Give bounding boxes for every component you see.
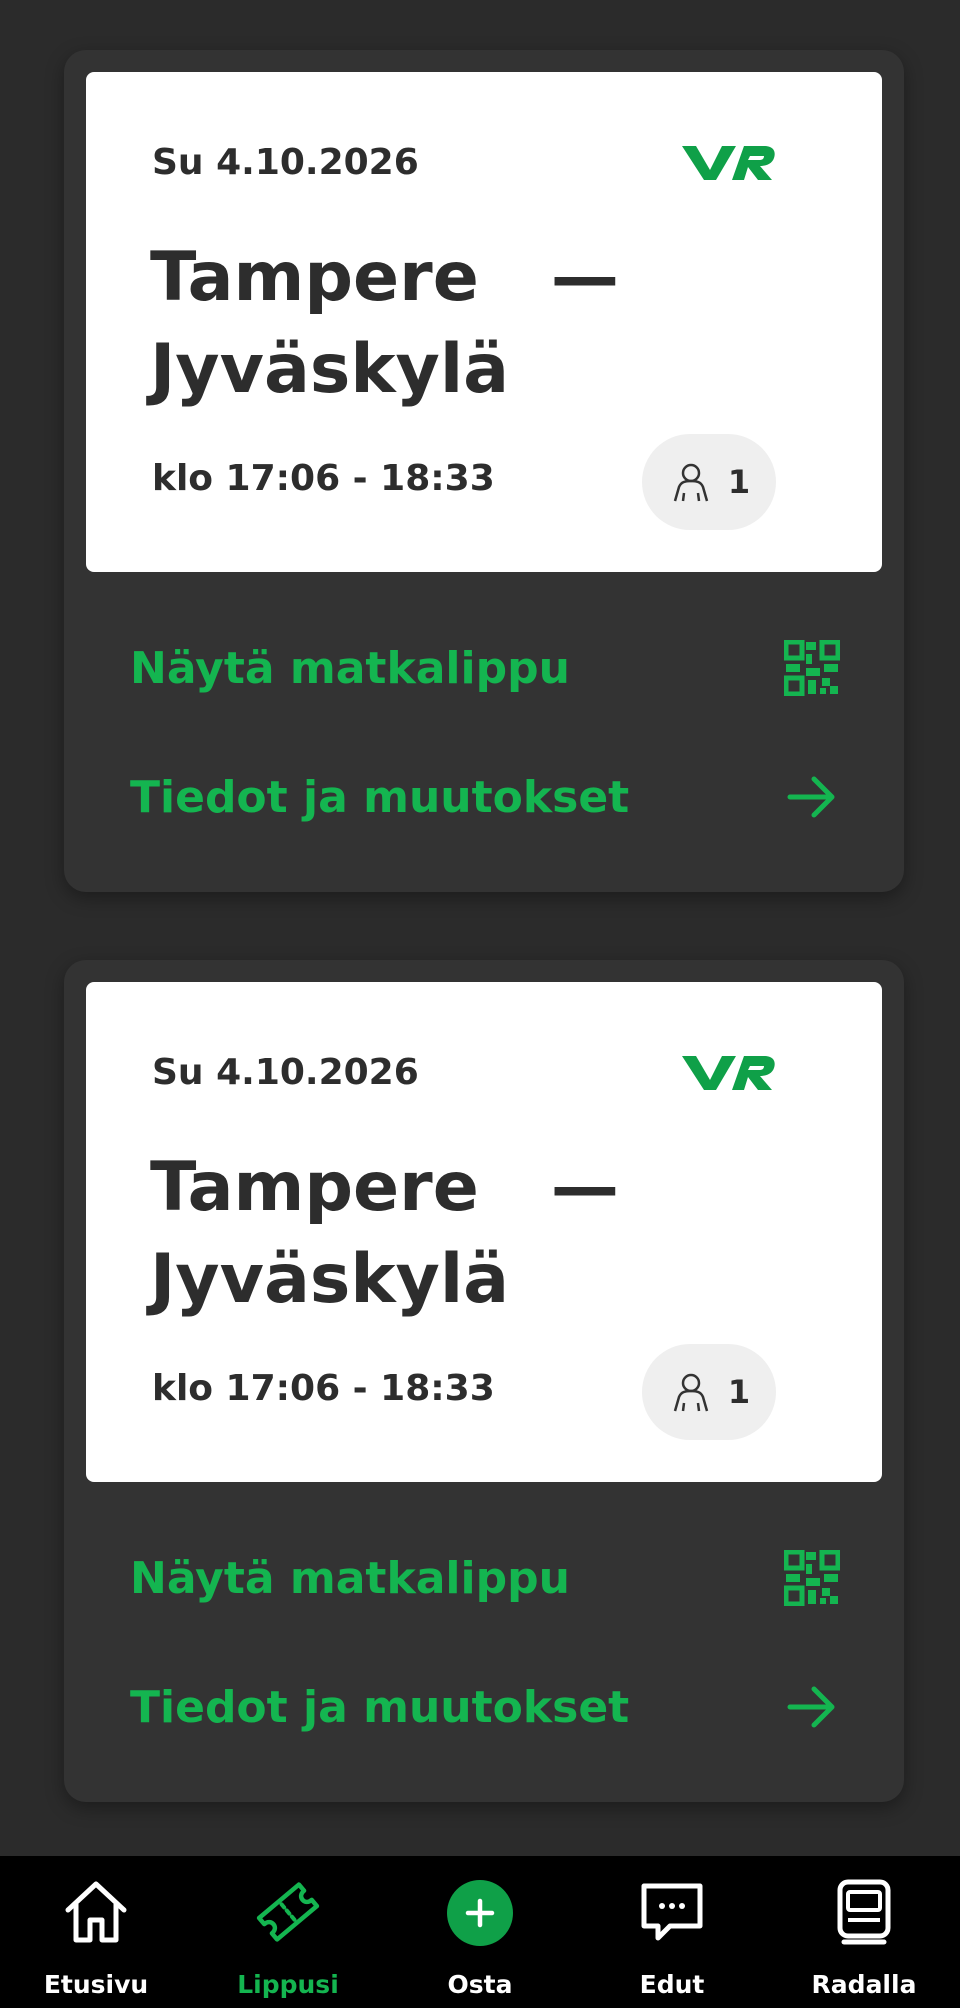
ticket-summary[interactable]: Su 4.10.2026 Tampere — Jyväskylä klo 17:0…: [86, 72, 882, 572]
ticket-date: Su 4.10.2026: [152, 142, 419, 183]
details-label: Tiedot ja muutokset: [130, 1681, 630, 1733]
ticket-date: Su 4.10.2026: [152, 1052, 419, 1093]
arrow-right-icon: [787, 776, 835, 818]
person-icon: [673, 1373, 709, 1412]
show-ticket-label: Näytä matkalippu: [130, 1552, 570, 1604]
tab-edut[interactable]: Edut: [576, 1856, 768, 2008]
arrow-right-icon: [787, 1686, 835, 1728]
destination-station: Jyväskylä: [150, 330, 510, 409]
qr-code-icon: [784, 1550, 840, 1606]
passenger-count: 1: [727, 463, 751, 501]
route: Tampere — Jyväskylä: [150, 232, 619, 416]
show-ticket-button[interactable]: Näytä matkalippu: [130, 1543, 840, 1613]
train-icon: [837, 1879, 891, 1945]
tab-etusivu[interactable]: Etusivu: [0, 1856, 192, 2008]
tab-label: Osta: [447, 1970, 513, 1999]
ticket-summary[interactable]: Su 4.10.2026 Tampere — Jyväskylä klo 17:0…: [86, 982, 882, 1482]
bottom-tab-bar: Etusivu Lippusi Osta Edut Radalla: [0, 1856, 960, 2008]
show-ticket-button[interactable]: Näytä matkalippu: [130, 633, 840, 703]
tab-lippusi[interactable]: Lippusi: [192, 1856, 384, 2008]
show-ticket-label: Näytä matkalippu: [130, 642, 570, 694]
tab-label: Radalla: [811, 1970, 917, 1999]
tab-label: Edut: [639, 1970, 705, 1999]
plus-circle-icon: [447, 1880, 513, 1946]
qr-code-icon: [784, 640, 840, 696]
passenger-count-badge: 1: [642, 1344, 776, 1440]
origin-station: Tampere: [150, 238, 479, 317]
tickets-screen: Su 4.10.2026 Tampere — Jyväskylä klo 17:0…: [0, 0, 960, 2008]
ticket-time: klo 17:06 - 18:33: [152, 1368, 495, 1409]
route-dash: —: [550, 1148, 619, 1227]
route-dash: —: [550, 238, 619, 317]
home-icon: [65, 1881, 127, 1943]
tab-radalla[interactable]: Radalla: [768, 1856, 960, 2008]
passenger-count: 1: [727, 1373, 751, 1411]
destination-station: Jyväskylä: [150, 1240, 510, 1319]
route: Tampere — Jyväskylä: [150, 1142, 619, 1326]
ticket-time: klo 17:06 - 18:33: [152, 458, 495, 499]
ticket-icon: [256, 1882, 320, 1942]
tab-label: Etusivu: [43, 1970, 149, 1999]
ticket-card: Su 4.10.2026 Tampere — Jyväskylä klo 17:0…: [64, 50, 904, 892]
vr-logo: [682, 146, 775, 180]
vr-logo: [682, 1056, 775, 1090]
ticket-card: Su 4.10.2026 Tampere — Jyväskylä klo 17:0…: [64, 960, 904, 1802]
details-and-changes-button[interactable]: Tiedot ja muutokset: [130, 762, 840, 832]
chat-bubble-icon: [641, 1883, 703, 1941]
passenger-count-badge: 1: [642, 434, 776, 530]
origin-station: Tampere: [150, 1148, 479, 1227]
tab-osta[interactable]: Osta: [384, 1856, 576, 2008]
tab-label: Lippusi: [237, 1970, 339, 1999]
details-label: Tiedot ja muutokset: [130, 771, 630, 823]
details-and-changes-button[interactable]: Tiedot ja muutokset: [130, 1672, 840, 1742]
person-icon: [673, 463, 709, 502]
